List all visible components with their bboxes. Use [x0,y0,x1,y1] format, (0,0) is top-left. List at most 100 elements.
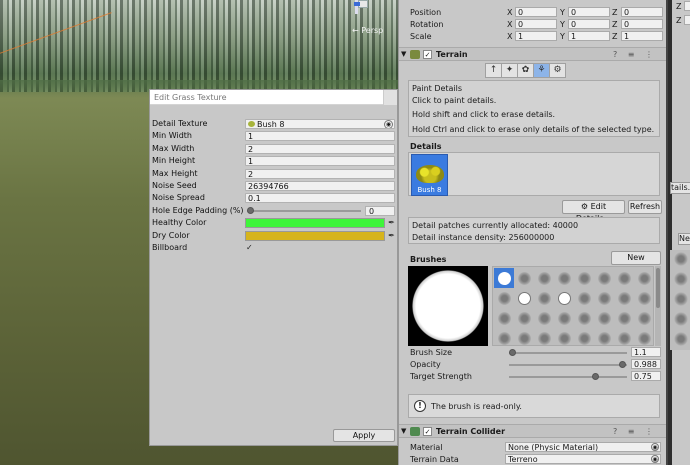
detail-texture-field[interactable]: Bush 8 ◉ [245,119,395,129]
foldout-arrow-icon[interactable]: ▼ [401,50,406,58]
component-menu-icons[interactable]: ? ≡ ⋮ [613,50,657,59]
panel-divider[interactable] [668,0,672,465]
brush-item[interactable] [494,288,514,308]
brush-item[interactable] [614,268,634,288]
noise-seed-field[interactable]: 26394766 [245,180,395,191]
object-picker-icon[interactable]: ◉ [384,120,393,128]
new-brush-button[interactable]: New Brush... [611,251,661,274]
brush-item[interactable] [594,268,614,288]
gizmo-z-axis[interactable] [354,2,360,6]
hole-edge-padding-field[interactable]: 0 [365,205,395,216]
brush-item[interactable] [594,328,614,345]
brush-item[interactable] [674,332,688,346]
target-strength-slider[interactable] [509,373,627,380]
brush-item[interactable] [574,328,594,345]
position-z-field[interactable]: 0 [621,7,663,17]
brush-item[interactable] [614,308,634,328]
min-height-field[interactable]: 1 [245,156,395,167]
eyedropper-icon[interactable]: ✒ [387,231,396,241]
slider-knob[interactable] [509,349,516,356]
brush-item[interactable] [574,268,594,288]
paint-terrain-tool-icon[interactable]: ✦ [501,63,518,78]
brush-item[interactable] [534,288,554,308]
slider-knob[interactable] [592,373,600,380]
component-menu-icons[interactable]: ? ≡ ⋮ [613,427,657,436]
paint-trees-tool-icon[interactable]: ✿ [517,63,534,78]
brush-item[interactable] [554,328,574,345]
noise-spread-field[interactable]: 0.1 [245,193,395,204]
position-x-field[interactable]: 0 [515,7,557,17]
brush-item[interactable] [534,328,554,345]
brush-grid-scrollbar[interactable] [655,266,661,346]
z-field[interactable] [684,1,690,11]
brush-item[interactable] [614,328,634,345]
axis-x-label[interactable]: X [507,32,512,41]
brush-item[interactable] [634,288,653,308]
axis-y-label[interactable]: Y [560,32,565,41]
axis-z-label[interactable]: Z [612,8,617,17]
min-width-field[interactable]: 1 [245,131,395,142]
edit-details-button[interactable]: ⚙ Edit Details... [562,200,625,223]
scrollbar-thumb[interactable] [656,268,660,308]
projection-label[interactable]: ← Persp [352,26,383,35]
brush-item[interactable] [634,328,653,345]
refresh-button[interactable]: Refresh [628,200,662,214]
brush-item[interactable] [514,288,534,308]
max-height-field[interactable]: 2 [245,168,395,179]
axis-x-label[interactable]: X [507,8,512,17]
brush-item[interactable] [554,268,574,288]
brush-item[interactable] [674,312,688,326]
slider-knob[interactable] [247,206,254,214]
brush-item[interactable] [494,328,514,345]
brush-item[interactable] [554,308,574,328]
brush-size-field[interactable]: 1.1 [631,347,661,357]
brush-item[interactable] [674,272,688,286]
scale-y-field[interactable]: 1 [568,31,610,41]
axis-y-label[interactable]: Y [560,20,565,29]
brush-item[interactable] [674,292,688,306]
terrain-collider-header[interactable]: ▼ ✓ Terrain Collider ? ≡ ⋮ [399,424,666,438]
scale-z-field[interactable]: 1 [621,31,663,41]
brush-item[interactable] [534,308,554,328]
brush-item[interactable] [534,268,554,288]
opacity-field[interactable]: 0.988 [631,359,661,369]
axis-z-label[interactable]: Z [612,20,617,29]
brush-item[interactable] [594,308,614,328]
healthy-color-swatch[interactable] [245,218,385,229]
paint-details-tool-icon[interactable]: ⚘ [533,63,550,78]
raise-terrain-tool-icon[interactable]: ↑ [485,63,502,78]
brush-item[interactable] [614,288,634,308]
z-field[interactable] [684,15,690,25]
detail-item-bush-8[interactable]: Bush 8 [411,154,448,196]
collider-enabled-checkbox[interactable]: ✓ [423,427,432,436]
brush-item[interactable] [514,328,534,345]
apply-button[interactable]: Apply [333,429,395,442]
target-strength-field[interactable]: 0.75 [631,371,661,381]
object-picker-icon[interactable]: ◉ [651,455,659,463]
foldout-arrow-icon[interactable]: ▼ [401,427,406,435]
hole-edge-padding-slider[interactable] [247,206,361,214]
eyedropper-icon[interactable]: ✒ [387,218,396,228]
axis-y-label[interactable]: Y [560,8,565,17]
edit-details-button-partial[interactable]: tails... [670,182,690,194]
close-button[interactable] [383,90,397,105]
rotation-x-field[interactable]: 0 [515,19,557,29]
axis-x-label[interactable]: X [507,20,512,29]
brush-item[interactable] [634,268,653,288]
brush-item[interactable] [514,308,534,328]
brush-item[interactable] [494,308,514,328]
slider-knob[interactable] [618,361,626,368]
scale-x-field[interactable]: 1 [515,31,557,41]
object-picker-icon[interactable]: ◉ [651,443,659,451]
position-y-field[interactable]: 0 [568,7,610,17]
brush-size-slider[interactable] [509,349,627,356]
opacity-slider[interactable] [509,361,627,368]
brush-item[interactable] [674,252,688,266]
brush-item[interactable] [514,268,534,288]
brush-item[interactable] [494,268,514,288]
rotation-y-field[interactable]: 0 [568,19,610,29]
rotation-z-field[interactable]: 0 [621,19,663,29]
axis-z-label[interactable]: Z [612,32,617,41]
new-brush-button-partial[interactable]: Ne [678,233,690,245]
material-field[interactable]: None (Physic Material) ◉ [505,442,661,452]
